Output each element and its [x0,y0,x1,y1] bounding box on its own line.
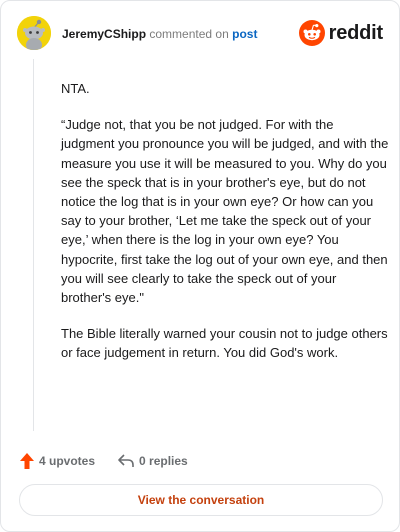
comment-card: JeremyCShipp commented on post reddit NT… [0,0,400,532]
action-text: commented on [149,27,229,41]
thread-line [33,59,34,431]
reply-arrow-icon[interactable] [117,453,135,469]
upvote-count: 4 upvotes [39,454,96,468]
snoo-avatar-icon[interactable] [17,16,51,50]
view-conversation-button[interactable]: View the conversation [19,484,383,516]
upvote-arrow-icon[interactable] [19,452,35,470]
post-link[interactable]: post [232,27,257,41]
username[interactable]: JeremyCShipp [62,27,146,41]
comment-body: NTA. “Judge not, that you be not judged.… [61,79,389,380]
comment-paragraph: “Judge not, that you be not judged. For … [61,117,389,306]
reddit-brand[interactable]: reddit [298,19,384,47]
comment-header: JeremyCShipp commented on post reddit [17,16,383,52]
reddit-logo-icon [298,20,325,46]
comment-footer: 4 upvotes 0 replies [19,450,188,472]
comment-paragraph: NTA. [61,81,90,96]
brand-name: reddit [328,21,384,44]
reply-count: 0 replies [139,454,188,468]
comment-paragraph: The Bible literally warned your cousin n… [61,326,388,361]
comment-byline: JeremyCShipp commented on post [62,26,257,42]
